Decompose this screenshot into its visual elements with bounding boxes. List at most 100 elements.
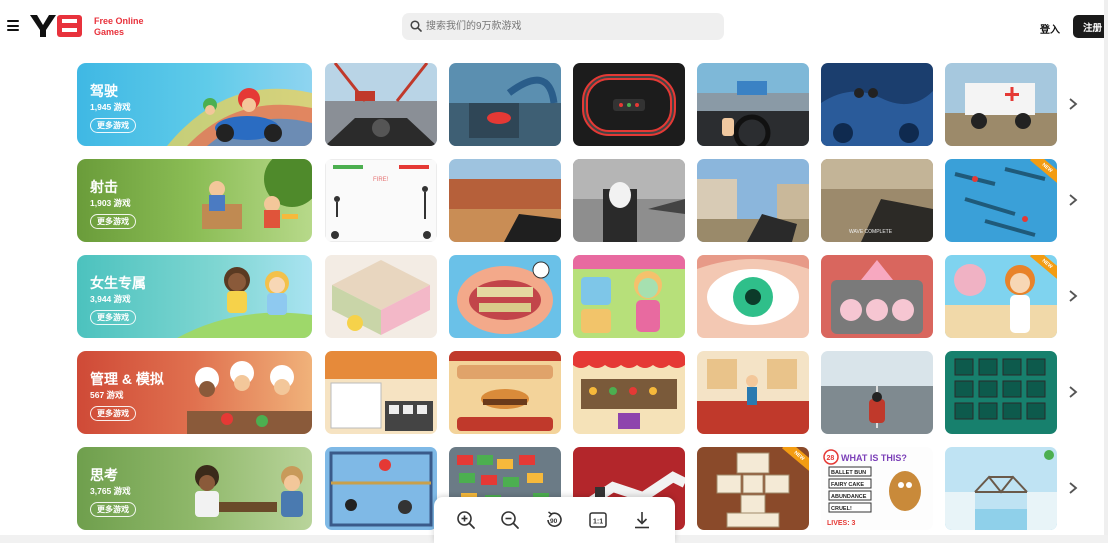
- game-thumbnail[interactable]: NEW: [945, 159, 1057, 242]
- game-thumbnail[interactable]: [697, 351, 809, 434]
- svg-text:FIRE!: FIRE!: [373, 177, 389, 183]
- more-games-button[interactable]: 更多游戏: [90, 310, 136, 325]
- category-title: 思考: [90, 467, 118, 483]
- actual-size-label: 1:1: [593, 518, 603, 525]
- level-number-label: 28: [827, 455, 835, 462]
- category-row-driving: 驾驶 1,945 游戏 更多游戏: [77, 63, 1087, 146]
- category-title: 射击: [90, 179, 118, 195]
- bridge-builder-art: [945, 447, 1057, 530]
- truck-game-art: [945, 63, 1057, 146]
- row-next-chevron-icon[interactable]: [1067, 481, 1079, 495]
- game-thumbnail[interactable]: [945, 351, 1057, 434]
- answer-option: BALLET BUN: [831, 470, 866, 476]
- game-thumbnail[interactable]: [697, 63, 809, 146]
- dentist-game-art: [449, 255, 561, 338]
- lives-label: LIVES: 3: [827, 520, 856, 527]
- top-header: Free Online Games 登入 注册: [0, 0, 1108, 52]
- category-game-count: 3,944 游戏: [90, 294, 131, 304]
- game-thumbnail[interactable]: [573, 159, 685, 242]
- zoom-out-icon[interactable]: [500, 510, 520, 530]
- search-bar[interactable]: [402, 13, 724, 40]
- game-thumbnail[interactable]: NEW: [697, 447, 809, 530]
- logo-text: Free Online Games: [94, 16, 144, 38]
- hamburger-menu-icon[interactable]: [7, 20, 19, 31]
- category-title: 驾驶: [90, 83, 118, 99]
- game-thumbnail[interactable]: [573, 255, 685, 338]
- category-row-management: 管理 & 模拟 567 游戏 更多游戏: [77, 351, 1087, 434]
- category-card-thinking[interactable]: 思考 3,765 游戏 更多游戏: [77, 447, 312, 530]
- supermarket-art: [573, 351, 685, 434]
- motorbike-game-art: [325, 63, 437, 146]
- signup-button[interactable]: 注册: [1073, 15, 1106, 38]
- more-games-button[interactable]: 更多游戏: [90, 406, 136, 421]
- category-game-count: 567 游戏: [90, 390, 124, 400]
- game-thumbnail[interactable]: [449, 159, 561, 242]
- category-game-count: 3,765 游戏: [90, 486, 131, 496]
- word-quiz-art: 28 WHAT IS THIS? BALLET BUN FAIRY CAKE A…: [821, 447, 933, 530]
- game-thumbnail[interactable]: NEW: [945, 255, 1057, 338]
- game-thumbnail[interactable]: [697, 159, 809, 242]
- slot-car-track-art: [573, 63, 685, 146]
- answer-option: ABUNDANCE: [831, 494, 867, 500]
- game-thumbnail[interactable]: [945, 63, 1057, 146]
- desert-shooter-art: [449, 159, 561, 242]
- burger-shop-art: [449, 351, 561, 434]
- game-thumbnail[interactable]: [325, 351, 437, 434]
- eye-doctor-art: [697, 255, 809, 338]
- game-thumbnail[interactable]: FIRE!: [325, 159, 437, 242]
- zoom-in-icon[interactable]: [456, 510, 476, 530]
- category-card-management[interactable]: 管理 & 模拟 567 游戏 更多游戏: [77, 351, 312, 434]
- logo-text-line1: Free Online: [94, 16, 144, 26]
- game-thumbnail[interactable]: [573, 351, 685, 434]
- rotate-label: 90: [550, 518, 558, 525]
- game-thumbnail[interactable]: [697, 255, 809, 338]
- baking-game-art: [821, 255, 933, 338]
- game-thumbnail[interactable]: [325, 63, 437, 146]
- row-next-chevron-icon[interactable]: [1067, 289, 1079, 303]
- game-thumbnail[interactable]: 28 WHAT IS THIS? BALLET BUN FAIRY CAKE A…: [821, 447, 933, 530]
- game-thumbnail[interactable]: [449, 351, 561, 434]
- more-games-button[interactable]: 更多游戏: [90, 214, 136, 229]
- answer-option: FAIRY CAKE: [831, 482, 864, 488]
- login-link[interactable]: 登入: [1040, 21, 1060, 36]
- row-next-chevron-icon[interactable]: [1067, 193, 1079, 207]
- category-card-shooting[interactable]: 射击 1,903 游戏 更多游戏: [77, 159, 312, 242]
- game-thumbnail[interactable]: [449, 63, 561, 146]
- stunt-car-game-art: [449, 63, 561, 146]
- game-thumbnail[interactable]: [325, 447, 437, 530]
- game-thumbnail[interactable]: [573, 63, 685, 146]
- actual-size-icon[interactable]: 1:1: [588, 510, 608, 530]
- game-thumbnail[interactable]: [821, 255, 933, 338]
- more-games-button[interactable]: 更多游戏: [90, 118, 136, 133]
- category-card-driving[interactable]: 驾驶 1,945 游戏 更多游戏: [77, 63, 312, 146]
- tool-puzzle-art: [945, 351, 1057, 434]
- search-input[interactable]: [426, 13, 716, 40]
- site-logo[interactable]: [30, 15, 82, 37]
- game-thumbnail[interactable]: [821, 351, 933, 434]
- row-next-chevron-icon[interactable]: [1067, 385, 1079, 399]
- more-games-button[interactable]: 更多游戏: [90, 502, 136, 517]
- row-next-chevron-icon[interactable]: [1067, 97, 1079, 111]
- game-thumbnail[interactable]: [821, 63, 933, 146]
- game-thumbnail[interactable]: WAVE COMPLETE: [821, 159, 933, 242]
- dress-up-game-art: [573, 255, 685, 338]
- scrollbar-track[interactable]: [1104, 0, 1108, 543]
- rotate-90-icon[interactable]: 90: [544, 510, 564, 530]
- category-card-girls[interactable]: 女生专属 3,944 游戏 更多游戏: [77, 255, 312, 338]
- warzone-shooter-art: WAVE COMPLETE: [821, 159, 933, 242]
- game-thumbnail[interactable]: [945, 447, 1057, 530]
- image-viewer-toolbar: 90 1:1: [434, 497, 675, 543]
- masked-shooter-art: [573, 159, 685, 242]
- logo-text-line2: Games: [94, 27, 125, 37]
- download-icon[interactable]: [632, 510, 652, 530]
- doll-house-art: [325, 255, 437, 338]
- wave-complete-label: WAVE COMPLETE: [849, 229, 893, 235]
- game-thumbnail[interactable]: [449, 255, 561, 338]
- category-title: 管理 & 模拟: [90, 371, 164, 387]
- search-icon: [410, 20, 422, 32]
- game-thumbnail[interactable]: [325, 255, 437, 338]
- category-row-shooting: 射击 1,903 游戏 更多游戏 FIRE! WAVE COMPLETE NEW: [77, 159, 1087, 242]
- town-shooter-art: [697, 159, 809, 242]
- what-is-this-label: WHAT IS THIS?: [841, 453, 907, 463]
- cashier-game-art: [325, 351, 437, 434]
